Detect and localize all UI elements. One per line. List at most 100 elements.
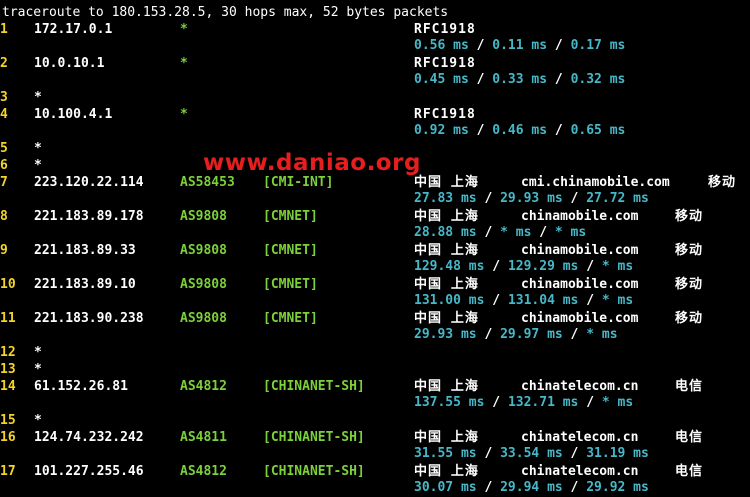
hop-row: 11 221.183.90.238 AS9808 [CMNET] 中国 上海 chinam… [0,310,750,327]
hop-number: 6 [0,158,8,173]
latency-value: * ms [554,225,587,240]
hop-network: [CHINANET-SH] [263,430,365,445]
hop-number: 14 [0,379,16,394]
hop-number: 8 [0,209,8,224]
hop-row: 15 * [0,412,750,429]
hop-location: 中国 上海 [414,209,479,224]
latency-separator: / [468,72,493,87]
latency-value: 31.55 ms [414,446,477,461]
latency-value: 129.48 ms [414,259,485,274]
hop-latency: 137.55 ms / 132.71 ms / * ms [414,394,633,411]
hop-location: 中国 上海 [414,243,479,258]
terminal-window: traceroute to 180.153.28.5, 30 hops max,… [0,0,750,497]
hop-as: AS9808 [180,209,227,224]
hop-row: 8 221.183.89.178 AS9808 [CMNET] 中国 上海 chinamo… [0,208,750,225]
hop-isp: 电信 [675,464,704,479]
hop-latency: 28.88 ms / * ms / * ms [414,224,586,241]
latency-value: 0.17 ms [570,38,626,53]
hop-ip: 172.17.0.1 [34,22,113,37]
latency-separator: / [476,225,501,240]
latency-value: 31.19 ms [586,446,649,461]
hop-number: 15 [0,413,16,428]
hop-ip: 61.152.26.81 [34,379,128,394]
latency-value: 129.29 ms [507,259,579,274]
hop-row: 16 124.74.232.242 AS4811 [CHINANET-SH] 中国 上海… [0,429,750,446]
latency-value: 27.83 ms [414,191,477,206]
hop-as: AS58453 [180,175,235,190]
hop-ip: 221.183.90.238 [34,311,144,326]
latency-separator: / [484,293,508,308]
hop-hostname: chinamobile.com [521,277,639,292]
latency-value: 30.07 ms [414,480,477,495]
hop-ip: 223.120.22.114 [34,175,144,190]
hop-row: 4 10.100.4.1 * RFC1918 [0,106,750,123]
latency-value: 29.97 ms [500,327,563,342]
hop-hostname: chinamobile.com [521,311,639,326]
hop-number: 4 [0,107,8,122]
hop-ip: * [34,158,42,173]
hop-ip: * [34,90,42,105]
hop-latency: 31.55 ms / 33.54 ms / 31.19 ms [414,445,649,462]
hop-row: 14 61.152.26.81 AS4812 [CHINANET-SH] 中国 上海 ch… [0,378,750,395]
latency-separator: / [547,123,571,138]
hop-network: [CMNET] [263,243,318,258]
hop-latency: 129.48 ms / 129.29 ms / * ms [414,258,633,275]
hop-number: 12 [0,345,16,360]
hop-number: 2 [0,56,8,71]
traceroute-header: traceroute to 180.153.28.5, 30 hops max,… [2,5,449,20]
hop-network: [CHINANET-SH] [263,379,365,394]
latency-value: 0.33 ms [492,72,548,87]
hop-location: RFC1918 [414,107,476,122]
hop-as: AS9808 [180,311,227,326]
latency-separator: / [578,259,602,274]
latency-separator: / [476,446,501,461]
hop-isp: 移动 [675,209,704,224]
hop-row: 10 221.183.89.10 AS9808 [CMNET] 中国 上海 chinamo… [0,276,750,293]
latency-value: * ms [500,225,532,240]
hop-number: 9 [0,243,8,258]
hop-as: AS9808 [180,277,227,292]
latency-separator: / [468,123,493,138]
hop-as: AS4812 [180,379,227,394]
hop-isp: 移动 [708,175,737,190]
hop-latency: 27.83 ms / 29.93 ms / 27.72 ms [414,190,649,207]
hop-hostname: chinamobile.com [521,209,639,224]
hop-isp: 电信 [675,430,704,445]
hop-number: 11 [0,311,16,326]
latency-separator: / [562,191,587,206]
hop-isp: 移动 [675,243,704,258]
hop-as: * [180,22,188,37]
latency-separator: / [476,191,501,206]
latency-value: 0.45 ms [414,72,469,87]
hop-network: [CMNET] [263,277,318,292]
hop-row: 1 172.17.0.1 * RFC1918 [0,21,750,38]
hop-ip: 101.227.255.46 [34,464,144,479]
hop-hostname: chinatelecom.cn [521,379,639,394]
hop-ip: 221.183.89.10 [34,277,136,292]
latency-separator: / [484,395,508,410]
latency-value: * ms [601,395,634,410]
hop-row: 12 * [0,344,750,361]
latency-value: 29.92 ms [586,480,649,495]
latency-value: 0.11 ms [492,38,548,53]
latency-value: * ms [586,327,618,342]
latency-value: 131.04 ms [507,293,579,308]
hop-location: 中国 上海 [414,379,479,394]
hop-hostname: cmi.chinamobile.com [521,175,670,190]
hop-as: AS9808 [180,243,227,258]
hop-latency: 0.45 ms / 0.33 ms / 0.32 ms [414,71,625,88]
latency-value: 33.54 ms [500,446,563,461]
hop-hostname: chinatelecom.cn [521,430,639,445]
hop-number: 7 [0,175,8,190]
hop-hostname: chinamobile.com [521,243,639,258]
latency-value: 137.55 ms [414,395,485,410]
hop-number: 13 [0,362,16,377]
hop-row: 7 223.120.22.114 AS58453 [CMI-INT] 中国 上海 cmi.… [0,174,750,191]
hop-location: RFC1918 [414,22,476,37]
latency-separator: / [476,327,501,342]
hop-row: 13 * [0,361,750,378]
latency-value: * ms [601,293,634,308]
hop-ip: * [34,413,42,428]
hop-ip: 221.183.89.33 [34,243,136,258]
hop-number: 10 [0,277,16,292]
